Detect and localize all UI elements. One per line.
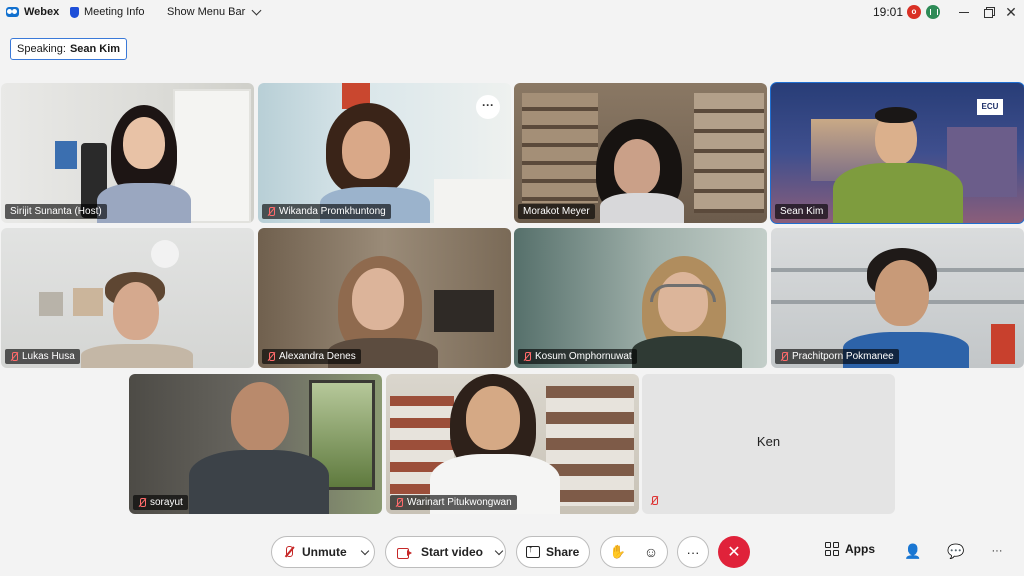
apps-icon [825, 542, 839, 556]
raise-hand-icon[interactable]: ✋ [610, 544, 626, 560]
video-feed [258, 228, 511, 368]
title-bar: Webex Meeting Info Show Menu Bar 19:01 o… [0, 0, 1024, 24]
video-tile-warinart[interactable]: Warinart Pitukwongwan [386, 374, 639, 514]
participant-label: sorayut [133, 495, 188, 510]
start-video-label: Start video [421, 545, 484, 559]
webex-logo-icon [6, 7, 19, 17]
video-tile-sorayut[interactable]: sorayut [129, 374, 382, 514]
webex-logo[interactable]: Webex [6, 0, 59, 24]
mic-off-icon [10, 351, 18, 362]
mic-off-icon [138, 497, 146, 508]
meeting-info-button[interactable]: Meeting Info [70, 0, 145, 24]
participant-label: Warinart Pitukwongwan [390, 495, 517, 510]
mic-off-icon [267, 206, 275, 217]
video-feed [514, 228, 767, 368]
speaking-prefix: Speaking: [17, 43, 66, 55]
video-feed [129, 374, 382, 514]
participant-name: sorayut [150, 497, 183, 508]
video-tile-kosum[interactable]: Kosum Omphornuwat [514, 228, 767, 368]
participant-name: Kosum Omphornuwat [535, 351, 632, 362]
participant-label: Lukas Husa [5, 349, 80, 364]
apps-label: Apps [845, 542, 875, 556]
share-icon [526, 544, 540, 558]
participant-name: Prachitporn Pokmanee [792, 351, 894, 362]
video-tile-sirijit[interactable]: Sirijit Sunanta (Host) [1, 83, 254, 223]
unmute-button[interactable]: Unmute [271, 536, 375, 568]
mic-off-icon [780, 351, 788, 362]
participant-name: Lukas Husa [22, 351, 75, 362]
chevron-down-icon[interactable] [360, 546, 369, 555]
overflow-menu-button[interactable]: ··· [988, 542, 1006, 560]
minimize-button[interactable] [956, 4, 972, 20]
video-feed [258, 83, 511, 223]
video-feed [514, 83, 767, 223]
video-feed [1, 83, 254, 223]
participant-name: Warinart Pitukwongwan [407, 497, 512, 508]
apps-button[interactable]: Apps [825, 542, 875, 556]
restore-button[interactable] [981, 4, 997, 20]
participant-name: Sean Kim [780, 206, 824, 217]
participants-icon[interactable]: 👤 [904, 542, 922, 560]
video-tile-alexandra[interactable]: Alexandra Denes [258, 228, 511, 368]
speaking-indicator: Speaking: Sean Kim [10, 38, 128, 60]
reactions-group: ✋ ☺ [600, 536, 668, 568]
participant-name: Alexandra Denes [279, 351, 356, 362]
video-tile-wikanda[interactable]: ··· Wikanda Promkhuntong [258, 83, 511, 223]
recording-icon[interactable]: o [907, 5, 921, 19]
chevron-down-icon[interactable] [494, 546, 504, 555]
participant-label: Sirijit Sunanta (Host) [5, 204, 107, 219]
mic-off-icon [523, 351, 531, 362]
video-tile-sean[interactable]: ECU Sean Kim [770, 82, 1024, 224]
video-feed: ECU [771, 83, 1024, 223]
show-menu-bar-label: Show Menu Bar [167, 6, 246, 18]
show-menu-bar-button[interactable]: Show Menu Bar [167, 0, 262, 24]
video-tile-morakot[interactable]: Morakot Meyer [514, 83, 767, 223]
app-name: Webex [24, 6, 60, 18]
video-tile-lukas[interactable]: Lukas Husa [1, 228, 254, 368]
video-feed [1, 228, 254, 368]
start-video-button[interactable]: Start video [385, 536, 506, 568]
leave-meeting-button[interactable]: ✕ [718, 536, 750, 568]
participant-name: Sirijit Sunanta (Host) [10, 206, 102, 217]
reactions-icon[interactable]: ☺ [644, 544, 658, 560]
participant-label: Kosum Omphornuwat [518, 349, 637, 364]
chevron-down-icon [251, 5, 262, 15]
mic-off-icon [650, 496, 658, 506]
speaking-name: Sean Kim [69, 43, 121, 55]
chat-icon[interactable]: 💬 [947, 542, 965, 560]
tile-more-options-button[interactable]: ··· [476, 95, 500, 119]
participant-name: Morakot Meyer [523, 206, 590, 217]
video-tile-prachitporn[interactable]: Prachitporn Pokmanee [771, 228, 1024, 368]
network-health-icon[interactable] [926, 5, 940, 19]
mic-off-icon [267, 351, 275, 362]
mic-off-icon [395, 497, 403, 508]
share-label: Share [546, 545, 580, 559]
video-feed [771, 228, 1024, 368]
mic-off-icon [284, 545, 294, 559]
participant-label: Prachitporn Pokmanee [775, 349, 899, 364]
unmute-label: Unmute [302, 545, 347, 559]
participant-name: Ken [756, 434, 781, 449]
camera-off-icon [397, 547, 413, 559]
participant-label: Wikanda Promkhuntong [262, 204, 391, 219]
meeting-info-label: Meeting Info [84, 6, 145, 18]
video-feed [386, 374, 639, 514]
participant-name: Wikanda Promkhuntong [279, 206, 386, 217]
participant-label: Alexandra Denes [262, 349, 361, 364]
participant-label: Morakot Meyer [518, 204, 595, 219]
shield-icon [70, 6, 79, 18]
close-window-button[interactable]: ✕ [1003, 4, 1019, 20]
participant-label: Sean Kim [775, 204, 829, 219]
clock: 19:01 [873, 5, 904, 19]
more-options-button[interactable]: ··· [677, 536, 709, 568]
share-button[interactable]: Share [516, 536, 590, 568]
video-tile-ken[interactable]: Ken [642, 374, 895, 514]
